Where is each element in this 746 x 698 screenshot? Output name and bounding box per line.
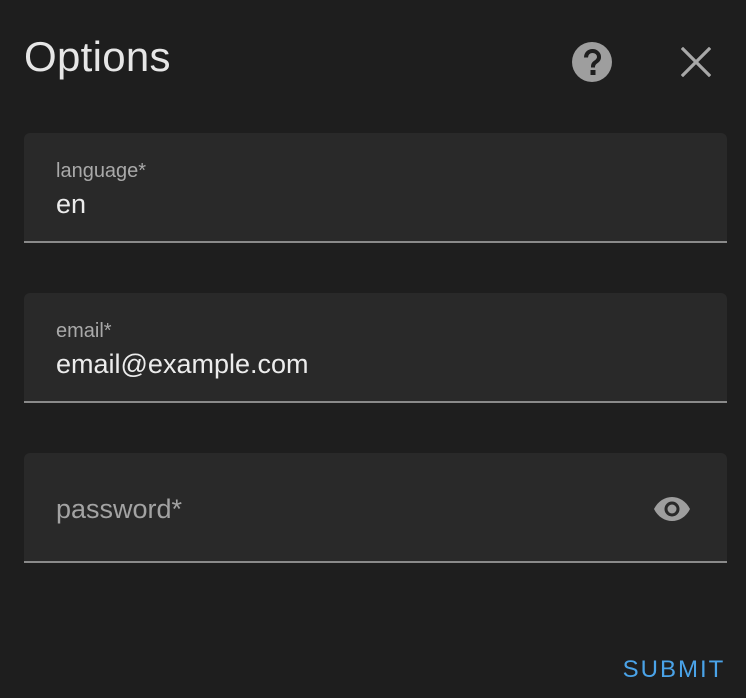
help-button[interactable] (566, 36, 618, 88)
help-circle-icon (572, 42, 612, 82)
options-dialog: Options language* email* password* SUBMI… (0, 0, 746, 698)
dialog-title: Options (24, 33, 171, 80)
language-field[interactable]: language* (24, 133, 727, 243)
password-field[interactable]: password* (24, 453, 727, 563)
language-label: language* (56, 160, 147, 182)
email-label: email* (56, 320, 112, 342)
toggle-password-visibility-button[interactable] (646, 483, 698, 535)
close-button[interactable] (670, 36, 722, 88)
submit-button[interactable]: SUBMIT (612, 650, 736, 690)
close-icon (681, 47, 711, 77)
email-field[interactable]: email* (24, 293, 727, 403)
eye-icon (654, 497, 690, 521)
password-placeholder: password* (56, 494, 183, 524)
email-input[interactable] (56, 347, 656, 381)
language-input[interactable] (56, 187, 656, 221)
